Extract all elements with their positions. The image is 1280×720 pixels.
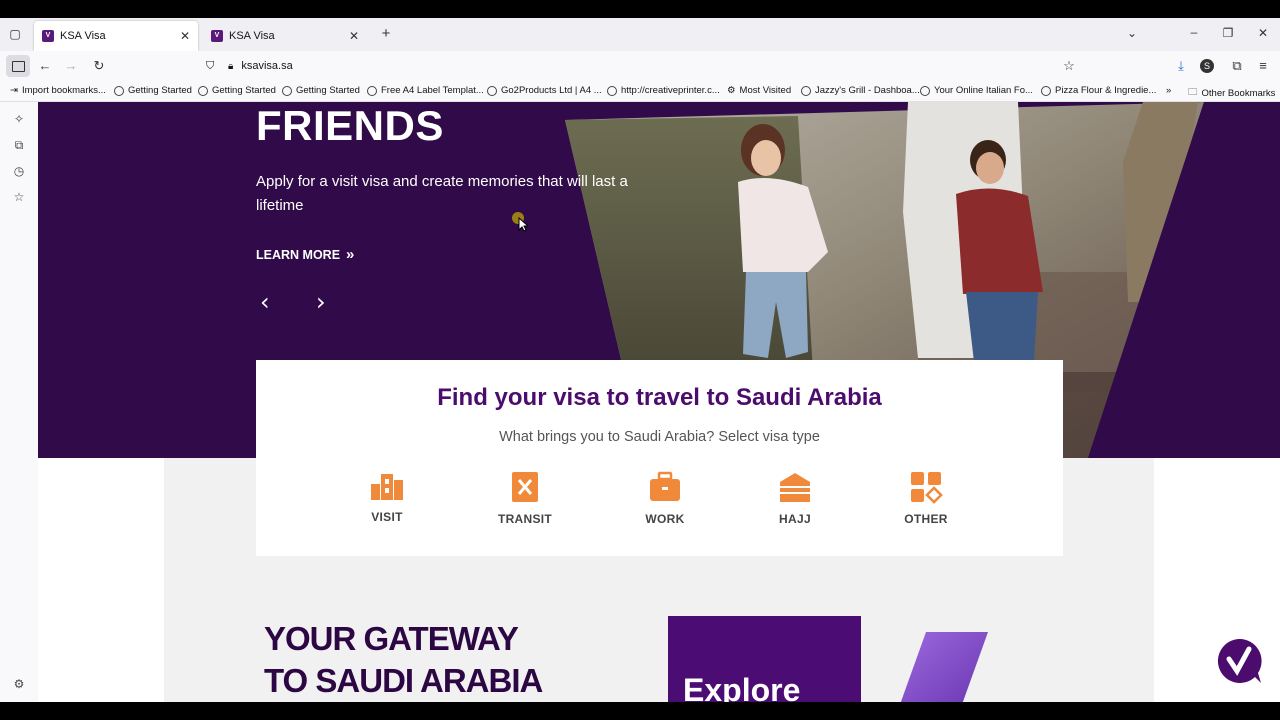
minimize-icon[interactable]: – xyxy=(1186,25,1202,39)
bookmark-item[interactable]: ⚙ Most Visited xyxy=(727,85,791,96)
settings-icon[interactable]: ⚙ xyxy=(11,677,27,693)
web-page: FRIENDS Apply for a visit visa and creat… xyxy=(38,102,1280,702)
close-tab-icon[interactable]: ✕ xyxy=(180,29,190,43)
globe-icon xyxy=(920,85,930,96)
visa-finder-card: Find your visa to travel to Saudi Arabia… xyxy=(256,360,1063,556)
globe-icon xyxy=(801,85,811,96)
visa-type-label: TRANSIT xyxy=(497,512,553,526)
globe-icon xyxy=(198,85,208,96)
decorative-stripe xyxy=(900,632,988,702)
downloads-icon[interactable]: ⤓ xyxy=(1172,57,1190,75)
globe-icon xyxy=(282,85,292,96)
tab-ksa-visa-2[interactable]: V KSA Visa ✕ xyxy=(203,21,367,51)
close-tab-icon[interactable]: ✕ xyxy=(349,29,359,43)
back-icon[interactable]: ← xyxy=(36,57,54,75)
tab-strip: ▢ V KSA Visa ✕ V KSA Visa ✕ + ⌄ – ❐ ✕ xyxy=(0,18,1280,51)
briefcase-icon xyxy=(650,471,680,501)
ksa-visa-favicon: V xyxy=(42,30,54,42)
globe-icon xyxy=(114,85,124,96)
gear-icon: ⚙ xyxy=(727,85,736,96)
more-bookmarks-chevron-icon[interactable]: » xyxy=(1166,85,1171,96)
visa-type-label: VISIT xyxy=(371,510,403,524)
visa-finder-title: Find your visa to travel to Saudi Arabia xyxy=(437,384,882,411)
globe-icon xyxy=(607,85,617,96)
browser-sidebar: ✧ ⧉ ◷ ☆ ⚙ xyxy=(0,102,38,702)
bookmark-item[interactable]: Getting Started xyxy=(198,85,276,96)
visa-type-hajj[interactable]: HAJJ xyxy=(755,470,835,526)
visa-type-label: HAJJ xyxy=(779,512,811,526)
globe-icon xyxy=(487,85,497,96)
reload-icon[interactable]: ↻ xyxy=(90,57,108,75)
bookmark-item[interactable]: Getting Started xyxy=(114,85,192,96)
explore-label: Explore xyxy=(683,672,801,702)
visa-type-work[interactable]: WORK xyxy=(625,470,705,526)
bookmark-item[interactable]: Getting Started xyxy=(282,85,360,96)
visa-finder-subtitle: What brings you to Saudi Arabia? Select … xyxy=(499,429,820,445)
bookmarks-toolbar: ⇥ Import bookmarks... Getting Started Get… xyxy=(0,81,1280,102)
other-bookmarks[interactable]: 🗀 Other Bookmarks xyxy=(1188,85,1275,101)
folder-icon: 🗀 xyxy=(1188,87,1198,98)
hero-subtitle: Apply for a visit visa and create memori… xyxy=(256,173,628,214)
bookmark-import[interactable]: ⇥ Import bookmarks... xyxy=(10,85,106,96)
shield-icon[interactable]: ⛉ xyxy=(206,60,214,73)
gateway-line-2: TO SAUDI ARABIA xyxy=(264,662,543,699)
visa-type-other[interactable]: OTHER xyxy=(886,470,966,526)
lock-icon[interactable]: 🔒︎ xyxy=(228,61,233,72)
bookmark-item[interactable]: http://creativeprinter.c... xyxy=(607,85,720,96)
list-all-tabs-icon[interactable]: ⌄ xyxy=(1124,26,1140,40)
visa-type-transit[interactable]: TRANSIT xyxy=(485,470,565,526)
visa-type-label: WORK xyxy=(645,512,685,526)
new-tab-icon[interactable]: + xyxy=(378,25,394,42)
chat-support-icon[interactable] xyxy=(1215,637,1263,685)
synced-tabs-icon[interactable]: ⧉ xyxy=(11,138,27,154)
learn-more-link[interactable]: LEARN MORE » xyxy=(256,246,354,263)
url-text[interactable]: ksavisa.sa xyxy=(241,60,292,72)
double-chevron-right-icon: » xyxy=(346,246,355,263)
ksa-visa-favicon: V xyxy=(211,30,223,42)
screen: ▢ V KSA Visa ✕ V KSA Visa ✕ + ⌄ – ❐ ✕ ← … xyxy=(0,0,1280,720)
mouse-cursor-icon xyxy=(512,212,528,232)
top-black-bar xyxy=(0,0,1280,18)
carousel-next-icon[interactable]: › xyxy=(316,288,326,316)
tab-ksa-visa-1[interactable]: V KSA Visa ✕ xyxy=(34,21,198,51)
transit-icon xyxy=(512,472,538,502)
globe-icon xyxy=(367,85,377,96)
ai-chatbot-icon[interactable]: ✧ xyxy=(11,112,27,128)
bookmarks-icon[interactable]: ☆ xyxy=(11,190,27,206)
gateway-heading: YOUR GATEWAY TO SAUDI ARABIA xyxy=(264,618,543,702)
bookmark-item[interactable]: Free A4 Label Templat... xyxy=(367,85,484,96)
tab-title: KSA Visa xyxy=(229,30,275,42)
visa-type-visit[interactable]: VISIT xyxy=(347,470,427,524)
other-shapes-icon xyxy=(911,472,943,504)
bookmark-item[interactable]: Pizza Flour & Ingredie... xyxy=(1041,85,1156,96)
explore-card[interactable]: Explore xyxy=(668,616,861,702)
url-bar[interactable]: ⛉ 🔒︎ ksavisa.sa xyxy=(200,55,1084,77)
visa-type-label: OTHER xyxy=(904,512,948,526)
learn-more-label: LEARN MORE xyxy=(256,247,341,262)
sidebar-toggle-icon[interactable] xyxy=(6,55,30,77)
globe-icon xyxy=(1041,85,1051,96)
close-window-icon[interactable]: ✕ xyxy=(1255,26,1271,40)
tab-overview-icon[interactable]: ▢ xyxy=(8,27,22,41)
profile-avatar[interactable]: S xyxy=(1200,59,1214,73)
forward-icon[interactable]: → xyxy=(62,57,80,75)
bottom-black-bar xyxy=(0,702,1280,720)
kaaba-icon xyxy=(780,473,810,502)
restore-icon[interactable]: ❐ xyxy=(1220,26,1236,40)
menu-icon[interactable]: ≡ xyxy=(1254,57,1272,75)
navigation-bar: ← → ↻ ⛉ 🔒︎ ksavisa.sa ☆ ⤓ S ⧉ ≡ xyxy=(0,51,1280,81)
gateway-line-1: YOUR GATEWAY xyxy=(264,620,519,657)
bookmark-item[interactable]: Jazzy's Grill - Dashboa... xyxy=(801,85,920,96)
visit-icon xyxy=(371,474,403,500)
bookmark-item[interactable]: Your Online Italian Fo... xyxy=(920,85,1033,96)
hero-heading: FRIENDS xyxy=(256,102,444,149)
history-icon[interactable]: ◷ xyxy=(11,164,27,180)
tab-title: KSA Visa xyxy=(60,30,106,42)
carousel-prev-icon[interactable]: ‹ xyxy=(260,288,270,316)
extensions-icon[interactable]: ⧉ xyxy=(1228,57,1246,75)
import-icon: ⇥ xyxy=(10,85,18,96)
bookmark-star-icon[interactable]: ☆ xyxy=(1060,57,1078,75)
bookmark-item[interactable]: Go2Products Ltd | A4 ... xyxy=(487,85,602,96)
